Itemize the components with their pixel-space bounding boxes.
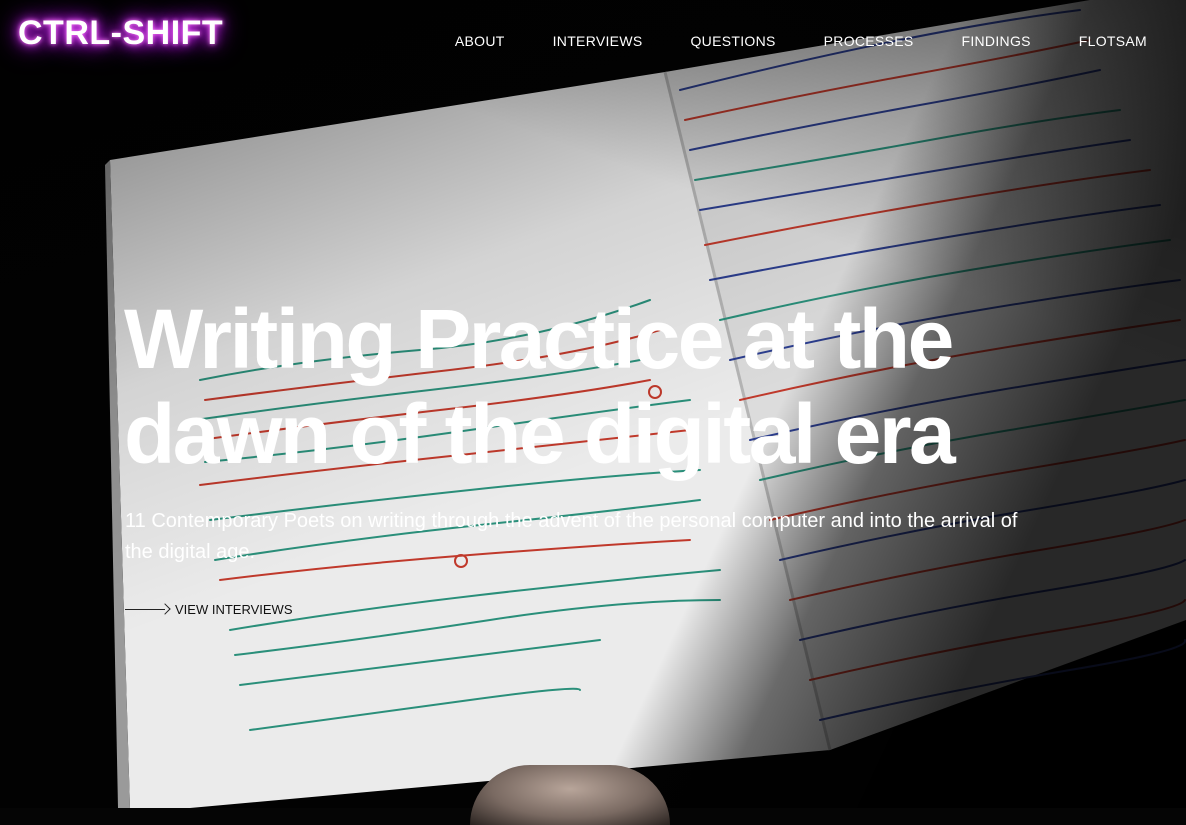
nav-flotsam[interactable]: FLOTSAM: [1079, 33, 1147, 51]
nav-interviews[interactable]: INTERVIEWS: [553, 33, 643, 51]
hero-title: Writing Practice at the dawn of the digi…: [124, 292, 956, 481]
nav-findings[interactable]: FINDINGS: [961, 33, 1030, 51]
hero-subtitle: 11 Contemporary Poets on writing through…: [125, 510, 1018, 563]
view-interviews-link[interactable]: VIEW INTERVIEWS: [125, 601, 293, 617]
hand-photo-detail: [470, 765, 670, 825]
site-logo[interactable]: CTRL-SHIFT: [18, 14, 223, 53]
main-nav: ABOUT INTERVIEWS QUESTIONS PROCESSES FIN…: [455, 33, 1147, 51]
nav-questions[interactable]: QUESTIONS: [690, 33, 775, 51]
view-interviews-label: VIEW INTERVIEWS: [175, 601, 293, 617]
nav-about[interactable]: ABOUT: [455, 33, 505, 51]
arrow-right-icon: [125, 601, 171, 617]
nav-processes[interactable]: PROCESSES: [824, 33, 914, 51]
